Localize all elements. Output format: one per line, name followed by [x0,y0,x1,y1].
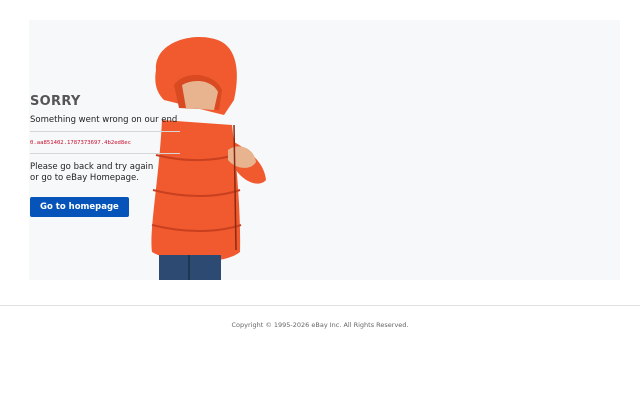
error-content: SORRY Something went wrong on our end 0.… [30,94,230,217]
error-panel: SORRY Something went wrong on our end 0.… [29,20,620,280]
error-message: Something went wrong on our end [30,115,178,125]
footer-divider [0,305,640,306]
help-text-line-1: Please go back and try again [30,162,154,172]
help-text-line-2: or go to eBay Homepage. [30,173,139,183]
error-title: SORRY [30,94,81,109]
divider-bottom [30,153,180,154]
error-reference-code: 0.aa851402.1787373697.4b2ed8ec [30,140,132,146]
footer-copyright: Copyright © 1995-2026 eBay Inc. All Righ… [231,321,409,329]
divider-top [30,131,180,132]
go-to-homepage-button[interactable]: Go to homepage [30,197,129,217]
